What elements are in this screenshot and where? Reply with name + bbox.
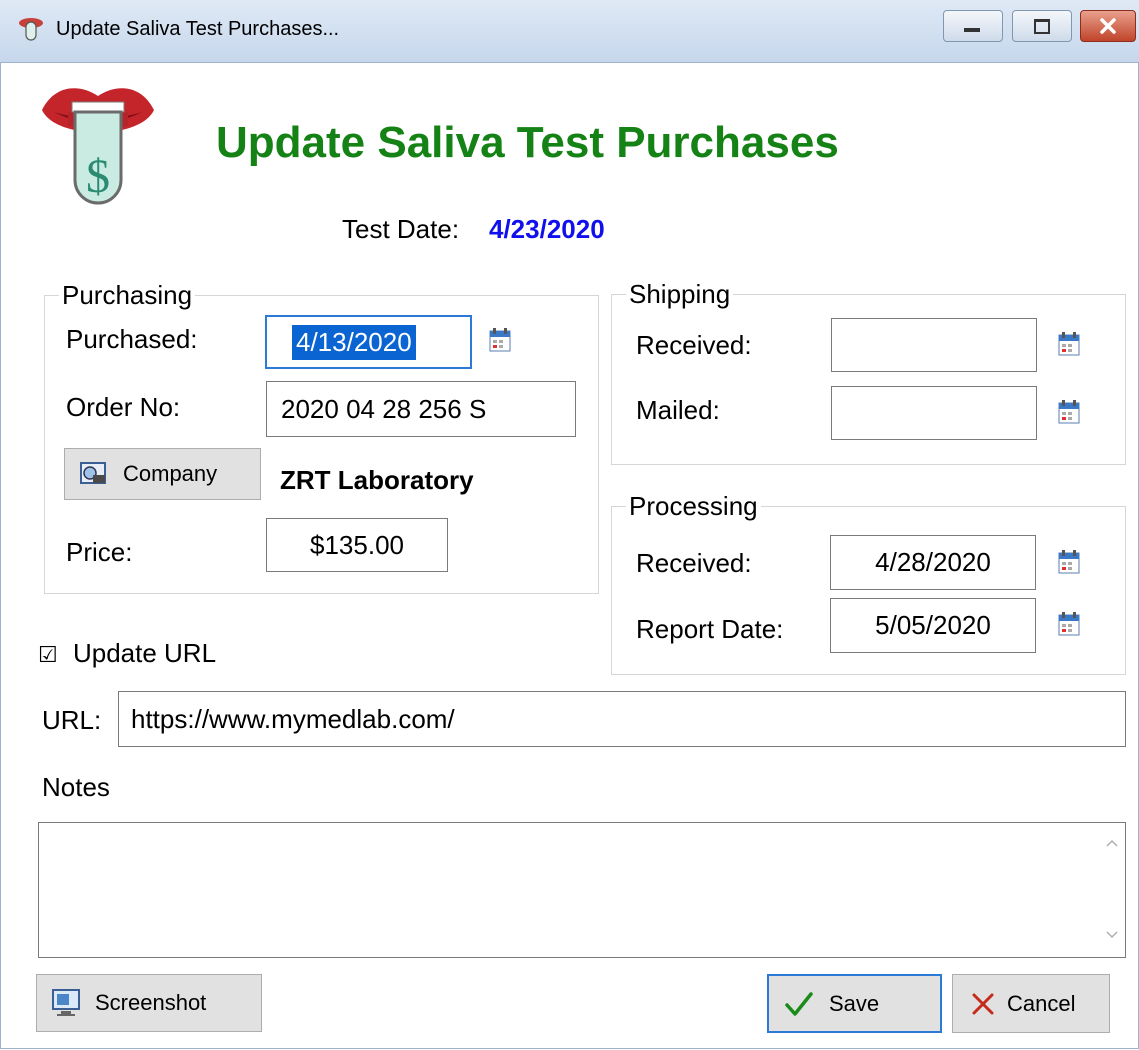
processing-received-value: 4/28/2020: [875, 547, 991, 577]
page-title: Update Saliva Test Purchases: [216, 118, 839, 167]
shipping-received-calendar-icon[interactable]: [1058, 332, 1080, 356]
shipping-received-label: Received:: [636, 330, 752, 360]
company-button-label: Company: [123, 461, 218, 486]
order-no-field[interactable]: 2020 04 28 256 S: [266, 381, 576, 437]
company-name: ZRT Laboratory: [280, 465, 474, 495]
processing-received-label: Received:: [636, 548, 752, 578]
cancel-button[interactable]: Cancel: [952, 974, 1110, 1033]
update-url-label: Update URL: [72, 638, 217, 668]
url-value: https://www.mymedlab.com/: [131, 703, 455, 734]
notes-label: Notes: [42, 772, 110, 802]
url-label: URL:: [42, 705, 102, 735]
svg-text:$: $: [86, 150, 110, 203]
checkmark-icon: [785, 991, 813, 1016]
scroll-up-icon[interactable]: [1106, 839, 1118, 847]
order-no-value: 2020 04 28 256 S: [281, 393, 487, 424]
screenshot-icon: [52, 989, 80, 1016]
checkbox-checked-icon: ☑: [38, 643, 58, 668]
test-date-value: 4/23/2020: [489, 214, 605, 244]
processing-received-calendar-icon[interactable]: [1058, 550, 1080, 574]
app-icon: [19, 18, 43, 41]
processing-legend: Processing: [629, 491, 758, 521]
save-button-label: Save: [829, 990, 880, 1016]
scroll-down-icon[interactable]: [1106, 931, 1118, 939]
close-button[interactable]: [1080, 10, 1136, 42]
price-label: Price:: [66, 537, 133, 567]
notes-scrollbar[interactable]: [1099, 823, 1125, 957]
mailed-label: Mailed:: [636, 395, 720, 425]
shipping-legend: Shipping: [629, 279, 731, 309]
save-button[interactable]: Save: [767, 974, 942, 1033]
minimize-button[interactable]: [943, 10, 1003, 42]
cancel-button-label: Cancel: [1007, 990, 1076, 1016]
notes-textarea[interactable]: [38, 822, 1126, 958]
mailed-calendar-icon[interactable]: [1058, 400, 1080, 424]
report-date-field[interactable]: 5/05/2020: [830, 598, 1036, 653]
title-bar: Update Saliva Test Purchases...: [0, 0, 1139, 63]
cancel-x-icon: [972, 993, 994, 1014]
report-date-calendar-icon[interactable]: [1058, 612, 1080, 636]
company-icon: [80, 462, 106, 484]
test-date-label: Test Date:: [342, 214, 460, 244]
screenshot-button[interactable]: Screenshot: [36, 974, 262, 1032]
purchased-date-value: 4/13/2020: [292, 324, 416, 360]
update-url-checkbox[interactable]: ☑ Update URL: [38, 638, 216, 669]
purchased-calendar-icon[interactable]: [489, 328, 511, 352]
saliva-test-logo: $: [42, 88, 154, 205]
window-title: Update Saliva Test Purchases...: [56, 18, 340, 40]
order-no-label: Order No:: [66, 392, 181, 422]
screenshot-button-label: Screenshot: [95, 990, 207, 1015]
company-button[interactable]: Company: [64, 448, 261, 500]
close-icon: [1100, 18, 1116, 34]
mailed-field[interactable]: [831, 386, 1037, 440]
purchasing-legend: Purchasing: [62, 280, 193, 310]
purchased-label: Purchased:: [66, 324, 198, 354]
report-date-label: Report Date:: [636, 614, 784, 644]
purchased-date-field[interactable]: 4/13/2020: [265, 315, 472, 369]
restore-button[interactable]: [1012, 10, 1072, 42]
url-field[interactable]: https://www.mymedlab.com/: [118, 691, 1126, 747]
price-value: $135.00: [310, 529, 404, 560]
report-date-value: 5/05/2020: [875, 610, 991, 640]
price-field[interactable]: $135.00: [266, 518, 448, 572]
shipping-received-field[interactable]: [831, 318, 1037, 372]
processing-received-field[interactable]: 4/28/2020: [830, 535, 1036, 590]
